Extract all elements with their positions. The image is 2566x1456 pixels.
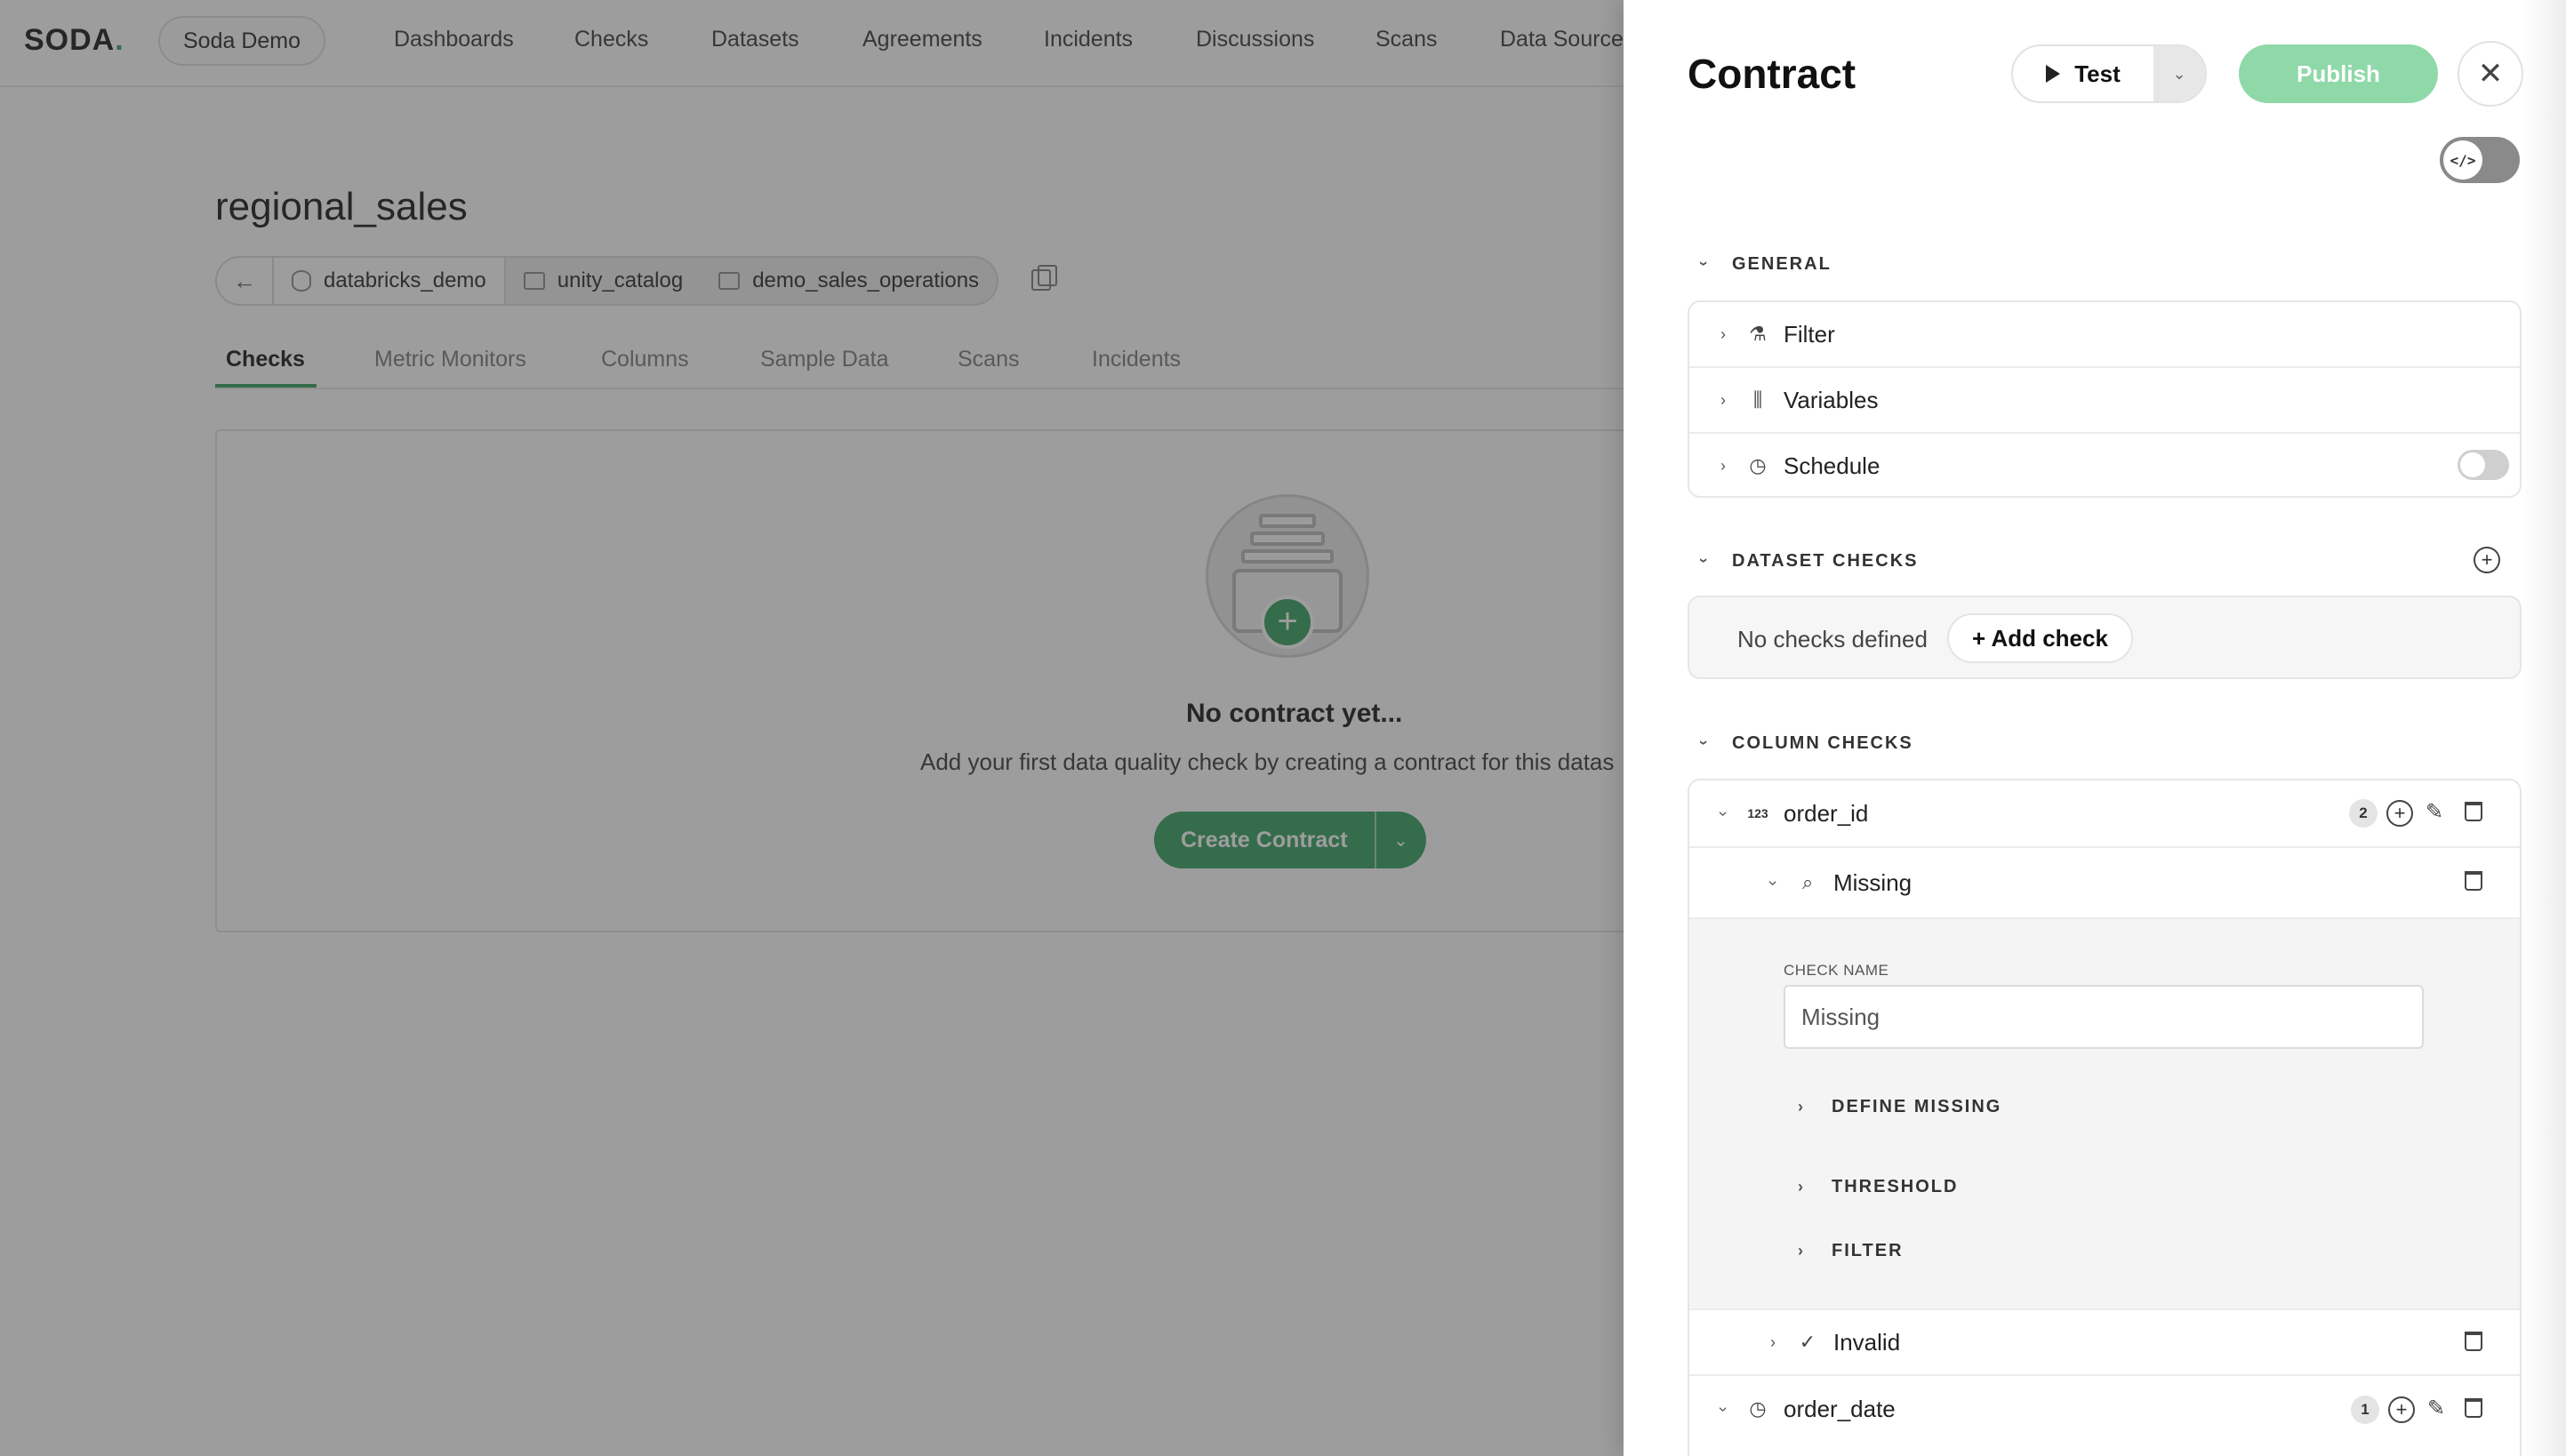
- modal-overlay[interactable]: [0, 0, 1624, 1456]
- search-icon: ⌕: [1801, 871, 1814, 893]
- close-icon[interactable]: ✕: [2458, 41, 2523, 107]
- column-row-order-date[interactable]: › ◷ order_date 1 + ✎: [1689, 1374, 2520, 1442]
- chevron-down-icon: ›: [1714, 811, 1733, 816]
- chevron-right-icon: ›: [1798, 1242, 1805, 1260]
- clock-icon: ◷: [1749, 1397, 1767, 1420]
- check-row-invalid[interactable]: › ✓ Invalid: [1689, 1308, 2520, 1374]
- chevron-right-icon: ›: [1720, 390, 1726, 409]
- code-icon: </>: [2443, 140, 2482, 180]
- test-label: Test: [2074, 60, 2121, 87]
- chevron-right-icon: ›: [1720, 456, 1726, 475]
- clock-icon: ◷: [1749, 454, 1767, 476]
- column-checks-section-header[interactable]: › COLUMN CHECKS: [1695, 733, 1913, 754]
- column-row-order-id[interactable]: › 123 order_id 2 + ✎: [1689, 780, 2520, 846]
- chevron-right-icon: ›: [1770, 1332, 1776, 1351]
- chevron-down-icon: ›: [1695, 260, 1713, 268]
- check-name-label: CHECK NAME: [1784, 962, 1889, 979]
- no-checks-text: No checks defined: [1737, 626, 1928, 652]
- edit-icon[interactable]: ✎: [2426, 802, 2447, 823]
- chevron-down-icon: ›: [1695, 740, 1713, 748]
- drawer-title: Contract: [1688, 51, 1856, 97]
- check-count-badge: 1: [2351, 1396, 2379, 1424]
- drawer-edge-shadow: [2522, 0, 2566, 1456]
- chevron-down-icon: ›: [1714, 1406, 1733, 1412]
- missing-check-details: CHECK NAME Missing › DEFINE MISSING › TH…: [1689, 917, 2520, 1308]
- code-view-toggle[interactable]: </>: [2440, 137, 2520, 183]
- add-check-icon[interactable]: +: [2388, 1396, 2415, 1423]
- test-button[interactable]: Test ⌄: [2011, 44, 2207, 103]
- trash-icon[interactable]: [2465, 1398, 2482, 1418]
- check-row-missing[interactable]: › ⌕ Missing: [1689, 846, 2520, 917]
- chevron-right-icon: ›: [1720, 324, 1726, 343]
- numeric-type-icon: 123: [1747, 806, 1768, 820]
- add-check-icon[interactable]: +: [2386, 800, 2413, 827]
- chevron-right-icon: ›: [1798, 1098, 1805, 1116]
- chevron-down-icon: ›: [1695, 557, 1713, 565]
- add-check-button[interactable]: + Add check: [1947, 613, 2133, 663]
- dataset-checks-section-header[interactable]: › DATASET CHECKS: [1695, 551, 1918, 572]
- trash-icon[interactable]: [2465, 802, 2482, 821]
- dataset-checks-empty: No checks defined + Add check: [1688, 596, 2522, 679]
- sliders-icon: ⫼: [1752, 388, 1763, 411]
- publish-button[interactable]: Publish: [2239, 44, 2438, 103]
- define-missing-section[interactable]: › DEFINE MISSING: [1792, 1097, 2001, 1117]
- chevron-down-icon[interactable]: ⌄: [2153, 46, 2205, 101]
- trash-icon[interactable]: [2465, 871, 2482, 891]
- column-checks-panel: › 123 order_id 2 + ✎ › ⌕ Missing CHECK N…: [1688, 779, 2522, 1456]
- general-item-filter[interactable]: › ⚗ Filter: [1689, 302, 2520, 366]
- filter-section[interactable]: › FILTER: [1792, 1241, 1904, 1261]
- general-section-header[interactable]: › GENERAL: [1695, 254, 1832, 275]
- chevron-down-icon: ›: [1764, 880, 1783, 885]
- checkmark-icon: ✓: [1799, 1331, 1816, 1353]
- general-item-schedule[interactable]: › ◷ Schedule: [1689, 432, 2520, 498]
- threshold-section[interactable]: › THRESHOLD: [1792, 1177, 1958, 1197]
- play-icon: [2046, 65, 2061, 83]
- add-dataset-check-icon[interactable]: +: [2474, 547, 2500, 573]
- schedule-toggle[interactable]: [2458, 450, 2509, 480]
- check-name-input[interactable]: Missing: [1784, 985, 2424, 1049]
- general-panel: › ⚗ Filter › ⫼ Variables › ◷ Schedule: [1688, 300, 2522, 498]
- check-count-badge: 2: [2349, 799, 2378, 828]
- general-item-variables[interactable]: › ⫼ Variables: [1689, 366, 2520, 432]
- trash-icon[interactable]: [2465, 1332, 2482, 1351]
- chevron-right-icon: ›: [1798, 1178, 1805, 1196]
- edit-icon[interactable]: ✎: [2427, 1398, 2449, 1420]
- contract-drawer: Contract Test ⌄ Publish ✕ </> › GENERAL …: [1624, 0, 2566, 1456]
- flask-icon: ⚗: [1749, 323, 1767, 345]
